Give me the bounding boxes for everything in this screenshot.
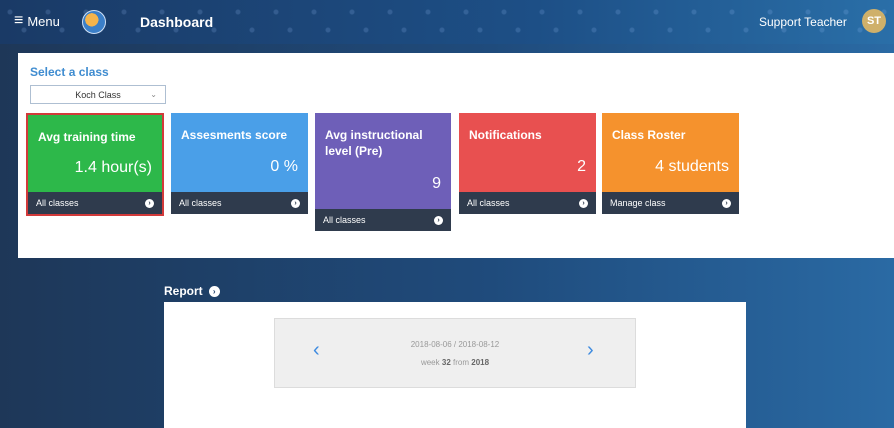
card-value: 2 [577,158,586,175]
card-footer-label: All classes [467,198,510,208]
week-number: 32 [441,358,451,367]
card-footer-label: All classes [36,198,79,208]
week-info: week 32 from 2018 [275,358,635,367]
card-footer-link[interactable]: All classes › [459,192,596,214]
menu-label: Menu [27,13,60,29]
card-avg-instructional-level[interactable]: Avg instructional level (Pre) 9 All clas… [315,113,451,231]
avatar[interactable]: ST [862,9,886,33]
week-date-range: 2018-08-06 / 2018-08-12 [410,340,500,349]
chevron-circle-right-icon: › [722,198,731,208]
week-year: 2018 [471,358,490,367]
card-value: 9 [432,175,441,192]
chevron-right-icon[interactable]: › [587,339,594,362]
report-panel: ‹ 2018-08-06 / 2018-08-12 week 32 from 2… [164,302,746,428]
card-footer-label: All classes [179,198,222,208]
card-footer-label: Manage class [610,198,666,208]
card-footer-link[interactable]: Manage class › [602,192,739,214]
card-value: 0 % [270,158,298,175]
class-select-value: Koch Class [75,89,121,100]
card-value: 4 students [655,158,729,175]
page-title: Dashboard [140,14,214,30]
card-class-roster[interactable]: Class Roster 4 students Manage class › [602,113,739,214]
class-select[interactable]: Koch Class ⌄ [30,85,166,104]
hamburger-icon: ≡ [14,12,24,29]
card-value: 1.4 hour(s) [74,159,152,176]
chevron-circle-right-icon: › [208,285,220,297]
card-footer-label: All classes [323,215,366,225]
week-mid: from [453,358,470,367]
week-prefix: week [420,358,440,367]
card-footer-link[interactable]: All classes › [171,192,308,214]
card-title: Notifications [469,128,542,142]
card-notifications[interactable]: Notifications 2 All classes › [459,113,596,214]
card-avg-training-time[interactable]: Avg training time 1.4 hour(s) All classe… [26,113,164,216]
report-link[interactable]: Report › [164,284,220,298]
card-title: Avg training time [38,130,136,144]
week-navigator: ‹ 2018-08-06 / 2018-08-12 week 32 from 2… [274,318,636,388]
chevron-circle-right-icon: › [291,198,300,208]
card-assessments-score[interactable]: Assesments score 0 % All classes › [171,113,308,214]
card-footer-link[interactable]: All classes › [315,209,451,231]
chevron-circle-right-icon: › [434,215,443,225]
card-title: Avg instructional level (Pre) [325,128,423,158]
chevron-down-icon: ⌄ [150,90,157,99]
menu-button[interactable]: ≡ Menu [14,13,60,29]
report-label: Report [164,284,203,298]
app-logo[interactable] [82,10,106,34]
top-bar: ≡ Menu Dashboard Support Teacher ST [0,0,894,44]
card-footer-link[interactable]: All classes › [28,192,162,214]
dashboard-panel: Select a class Koch Class ⌄ Avg training… [18,53,894,258]
user-name[interactable]: Support Teacher [759,15,847,29]
card-title: Class Roster [612,128,686,142]
chevron-circle-right-icon: › [579,198,588,208]
chevron-circle-right-icon: › [145,198,154,208]
select-class-label: Select a class [30,65,109,79]
card-title: Assesments score [181,128,288,142]
